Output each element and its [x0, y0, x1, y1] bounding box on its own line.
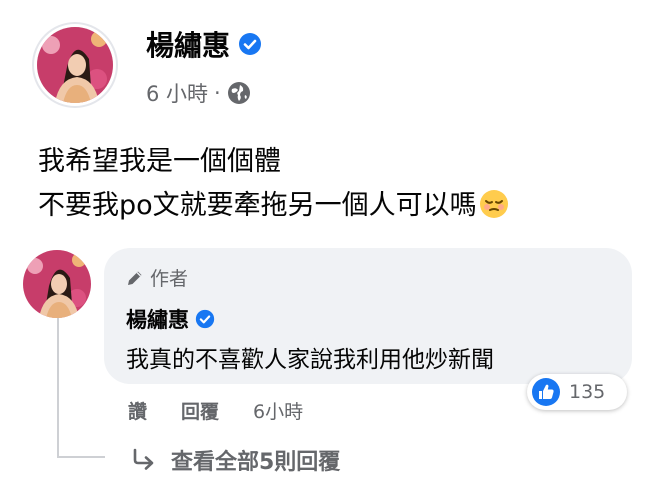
comment-text: 我真的不喜歡人家說我利用他炒新聞 — [126, 347, 494, 373]
reply-button[interactable]: 回覆 — [181, 397, 219, 424]
reaction-summary[interactable]: 135 — [527, 374, 627, 410]
comment-author-name[interactable]: 楊繡惠 — [126, 308, 189, 332]
post-meta: 6 小時 · — [146, 78, 251, 108]
reply-arrow-icon — [133, 448, 154, 470]
comment-avatar[interactable] — [23, 250, 91, 318]
comment-author[interactable]: 楊繡惠 — [126, 304, 215, 334]
thread-line — [57, 316, 59, 458]
comment-actions: 讚 回覆 6小時 — [128, 397, 303, 424]
post-body: 我希望我是一個個體 不要我po文就要牽拖另一個人可以嗎 — [38, 140, 509, 228]
author-badge: 作者 — [126, 264, 188, 291]
pensive-emoji-icon — [479, 189, 508, 218]
comment-time[interactable]: 6小時 — [253, 397, 303, 424]
post-line-1: 我希望我是一個個體 — [38, 146, 281, 177]
like-button[interactable]: 讚 — [128, 397, 147, 424]
thread-hook — [57, 456, 105, 458]
pencil-icon — [128, 271, 142, 285]
verified-badge-icon — [239, 33, 262, 55]
view-replies-label[interactable]: 查看全部5則回覆 — [171, 444, 340, 476]
post-time[interactable]: 6 小時 — [146, 78, 208, 108]
post-author[interactable]: 楊繡惠 — [146, 24, 262, 64]
post-line-2: 不要我po文就要牽拖另一個人可以嗎 — [38, 184, 509, 228]
author-badge-label: 作者 — [150, 268, 189, 290]
post-avatar-ring[interactable] — [32, 22, 118, 108]
like-reaction-icon — [532, 378, 560, 406]
view-all-replies-link[interactable]: 查看全部5則回覆 — [131, 444, 340, 476]
globe-icon[interactable] — [227, 81, 251, 105]
meta-separator: · — [214, 81, 221, 105]
post-author-name[interactable]: 楊繡惠 — [146, 29, 230, 62]
post-avatar[interactable] — [34, 24, 116, 106]
verified-badge-icon — [195, 309, 215, 329]
reaction-count: 135 — [569, 381, 606, 403]
